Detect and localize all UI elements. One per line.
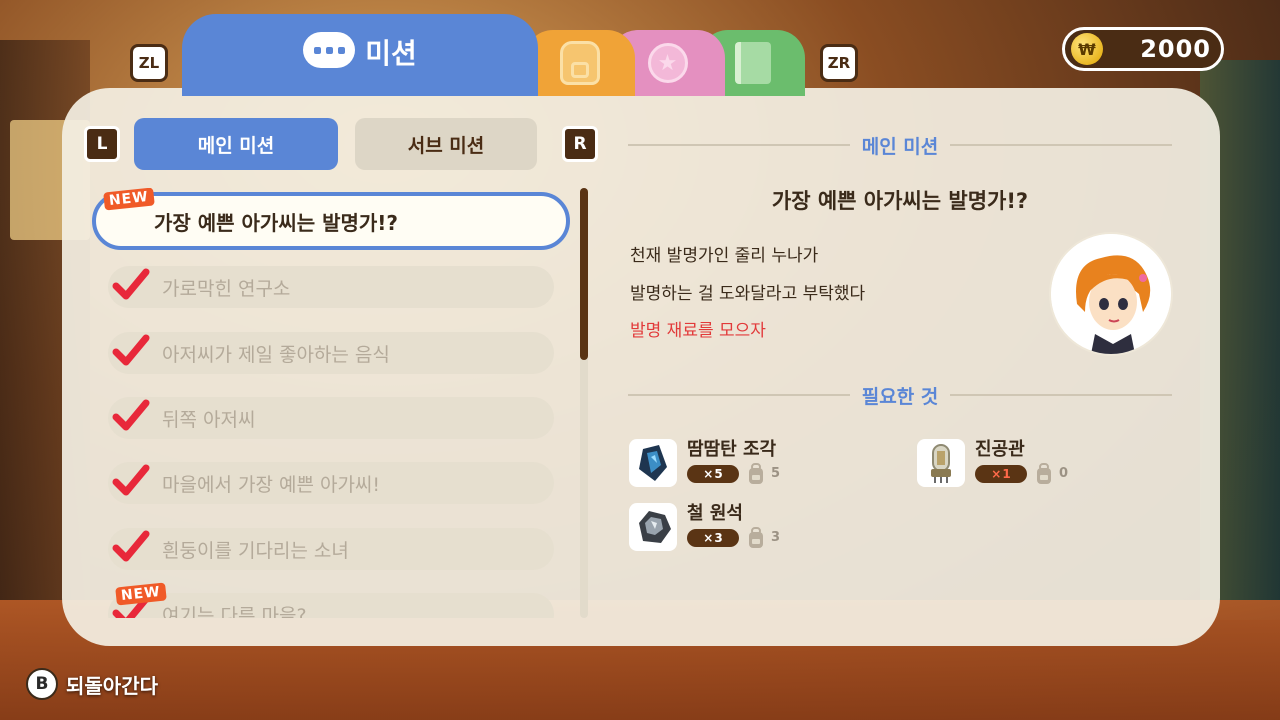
mission-item-label: 가장 예쁜 아가씨는 발명가!? <box>154 210 399 235</box>
required-need: 5 <box>714 467 723 481</box>
mission-item-selected[interactable]: 가장 예쁜 아가씨는 발명가!? <box>92 192 570 250</box>
coin-value: 2000 <box>1140 35 1211 63</box>
coin-counter: ₩ 2000 <box>1062 27 1224 71</box>
check-icon <box>112 268 150 300</box>
book-icon <box>734 42 771 84</box>
award-icon: ★ <box>647 43 688 83</box>
list-item[interactable]: 아저씨가 제일 좋아하는 음식 <box>108 332 554 374</box>
list-item-label: 여기는 다른 마을? <box>162 604 307 619</box>
back-button[interactable]: B 되돌아간다 <box>26 668 158 700</box>
owned-count: 5 <box>771 466 781 481</box>
back-label: 되돌아간다 <box>66 673 158 698</box>
mission-list: 가장 예쁜 아가씨는 발명가!? NEW 가로막힌 연구소 아저씨가 제일 좋아… <box>90 188 578 618</box>
mission-description-line: 천재 발명가인 줄리 누나가 <box>630 246 819 266</box>
owned-count: 0 <box>1059 466 1069 481</box>
mission-description-line: 발명하는 걸 도와달라고 부탁했다 <box>630 284 866 304</box>
required-count: × 5 <box>687 465 739 483</box>
required-count: × 3 <box>687 529 739 547</box>
required-item-name: 철 원석 <box>687 503 743 524</box>
backpack-icon <box>1037 463 1051 484</box>
list-item[interactable]: 흰둥이를 기다리는 소녀 <box>108 528 554 570</box>
list-item[interactable]: 여기는 다른 마을? <box>108 593 554 618</box>
tab-missions-label: 미션 <box>365 37 417 70</box>
required-need: 1 <box>1002 467 1011 481</box>
r-button[interactable]: R <box>562 126 598 162</box>
backpack-icon <box>749 527 763 548</box>
character-portrait <box>1051 234 1171 354</box>
owned-count: 3 <box>771 530 781 545</box>
chat-bubble-icon <box>303 32 356 68</box>
required-title: 필요한 것 <box>861 385 939 408</box>
list-item-label: 아저씨가 제일 좋아하는 음식 <box>162 343 390 366</box>
b-button-icon: B <box>26 668 58 700</box>
section-title: 메인 미션 <box>861 135 939 158</box>
iron-ore-icon <box>629 503 677 551</box>
zr-button[interactable]: ZR <box>820 44 858 82</box>
section-header-main: 메인 미션 <box>628 130 1173 160</box>
backpack-icon <box>749 463 763 484</box>
list-item[interactable]: 뒤쪽 아저씨 <box>108 397 554 439</box>
crystal-shard-icon <box>629 439 677 487</box>
check-icon <box>112 334 150 366</box>
section-header-required: 필요한 것 <box>628 380 1173 410</box>
list-item[interactable]: 가로막힌 연구소 <box>108 266 554 308</box>
mission-list-scrollbar[interactable] <box>580 188 588 618</box>
list-item-label: 가로막힌 연구소 <box>162 277 291 300</box>
required-need: 3 <box>714 531 723 545</box>
scrollbar-thumb[interactable] <box>580 188 588 360</box>
required-item-name: 진공관 <box>975 439 1025 460</box>
required-count: × 1 <box>975 465 1027 483</box>
vacuum-tube-icon <box>917 439 965 487</box>
l-button[interactable]: L <box>84 126 120 162</box>
list-item-label: 흰둥이를 기다리는 소녀 <box>162 539 349 562</box>
check-icon <box>112 464 150 496</box>
tab-missions[interactable]: 미션 <box>182 14 538 96</box>
mission-panel: L 메인 미션 서브 미션 R 가장 예쁜 아가씨는 발명가!? NEW 가로막… <box>62 88 1220 646</box>
mission-objective: 발명 재료를 모으자 <box>630 321 766 341</box>
coin-icon: ₩ <box>1071 33 1103 65</box>
tab-backpack[interactable] <box>525 30 635 96</box>
check-icon <box>112 399 150 431</box>
mission-title: 가장 예쁜 아가씨는 발명가!? <box>771 189 1029 213</box>
zl-button[interactable]: ZL <box>130 44 168 82</box>
list-item-label: 뒤쪽 아저씨 <box>162 408 256 431</box>
tab-sub-mission[interactable]: 서브 미션 <box>355 118 537 170</box>
tab-main-mission[interactable]: 메인 미션 <box>134 118 338 170</box>
backpack-icon <box>560 41 600 85</box>
check-icon <box>112 530 150 562</box>
list-item[interactable]: 마을에서 가장 예쁜 아가씨! <box>108 462 554 504</box>
list-item-label: 마을에서 가장 예쁜 아가씨! <box>162 473 381 496</box>
required-item-name: 땀땀탄 조각 <box>687 439 777 460</box>
